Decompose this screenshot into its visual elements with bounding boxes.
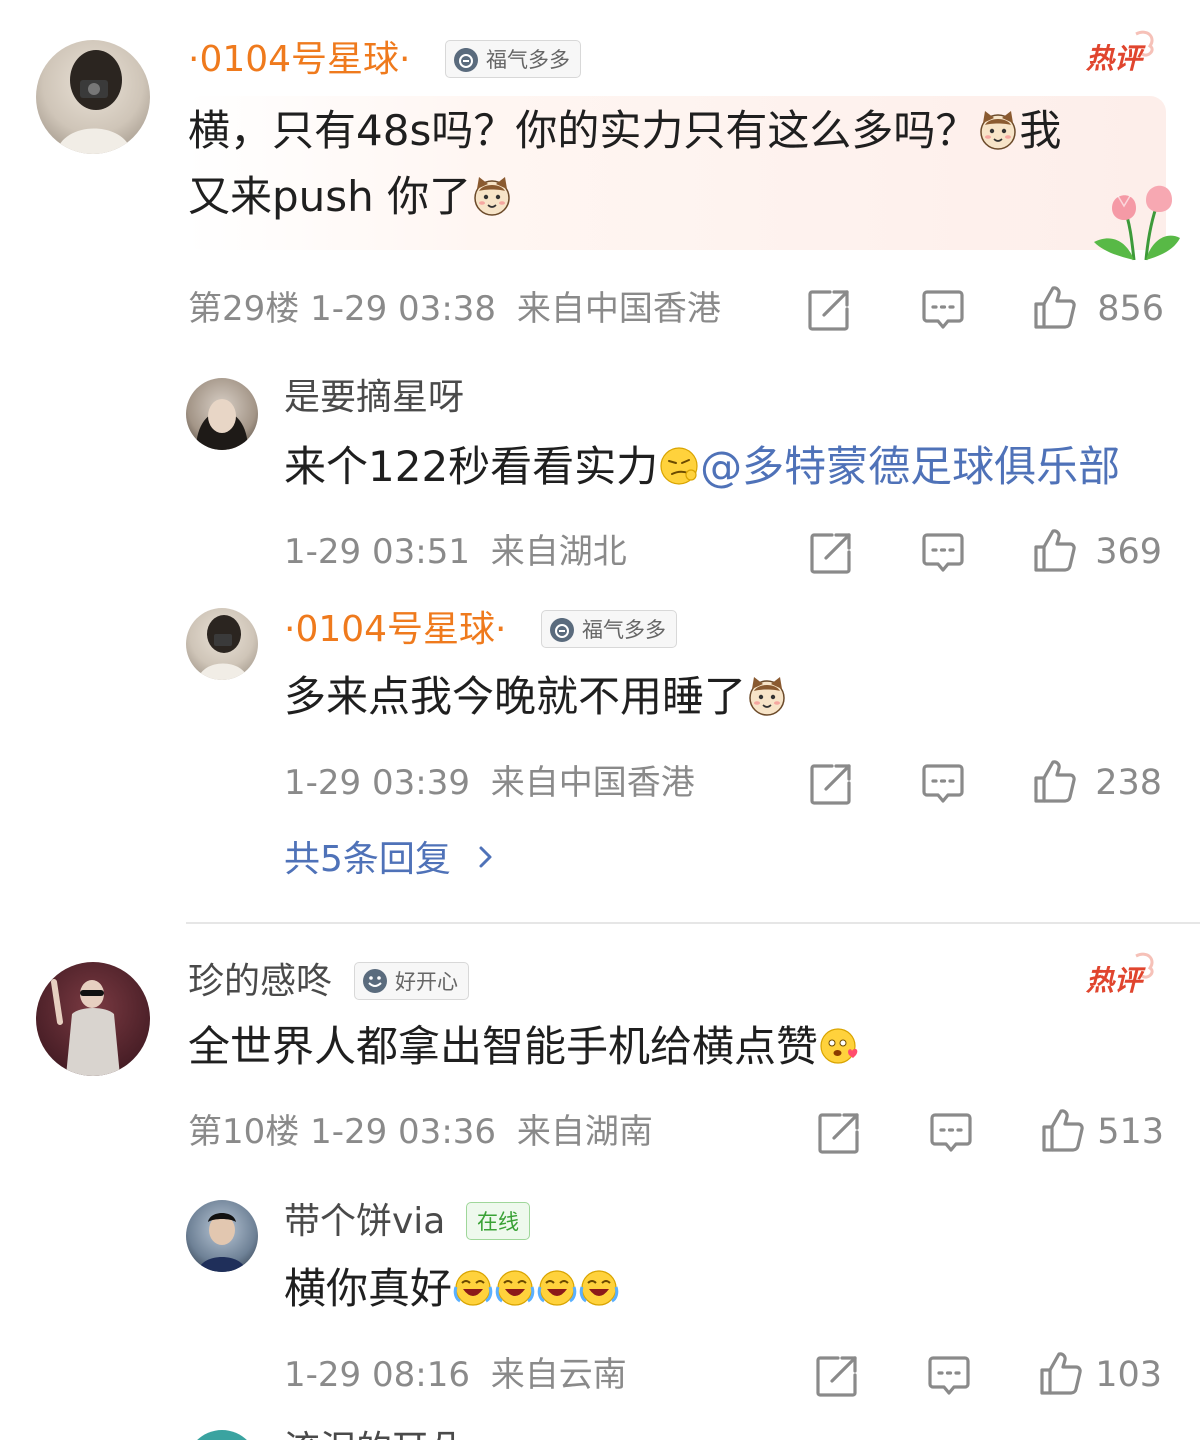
avatar-photo [196, 399, 248, 450]
comment-icon[interactable] [920, 287, 966, 333]
thumbs-up-icon[interactable] [1040, 1107, 1086, 1153]
cat-emoji-icon [746, 675, 788, 717]
badge-label: 福气多多 [486, 48, 570, 72]
username[interactable]: ·0104号星球· [284, 608, 507, 652]
smirk-emoji-icon [658, 445, 700, 487]
location: 来自中国香港 [490, 763, 695, 803]
floor-number: 第29楼 [188, 289, 300, 329]
comment-meta: 第29楼 1-29 03:38 来自中国香港 [188, 287, 721, 331]
more-replies-link[interactable]: 共5条回复 [284, 838, 496, 882]
happy-face-icon [361, 967, 389, 995]
comment-meta: 第10楼 1-29 03:36 来自湖南 [188, 1110, 653, 1154]
comment-text: 横，只有48s吗？你的实力只有这么多吗？我 又来push 你了 [188, 106, 1062, 221]
mention-link[interactable]: @多特蒙德足球俱乐部 [700, 442, 1120, 491]
avatar-photo [56, 50, 132, 154]
username[interactable]: ·0104号星球· [188, 38, 411, 82]
avatar[interactable] [186, 378, 258, 450]
fortune-icon [548, 615, 576, 643]
laugh-cry-emoji-icon [494, 1267, 536, 1309]
hot-comment-icon [1082, 950, 1160, 1002]
floor-number: 第10楼 [188, 1112, 300, 1152]
avatar-photo [51, 979, 120, 1076]
username[interactable]: 流泪的耳朵 [284, 1428, 464, 1440]
avatar[interactable] [186, 1430, 258, 1440]
reply-text: 横你真好 [284, 1256, 620, 1322]
like-count: 238 [1095, 763, 1162, 803]
divider [186, 922, 1200, 924]
share-icon[interactable] [808, 530, 854, 576]
comment-text: 全世界人都拿出智能手机给横点赞 [188, 1014, 860, 1080]
avatar[interactable] [36, 40, 150, 154]
location: 来自湖南 [516, 1112, 653, 1152]
badge-label: 好开心 [395, 970, 458, 994]
timestamp: 1-29 03:38 [310, 289, 497, 329]
location: 来自湖北 [490, 532, 627, 572]
fortune-icon [452, 45, 480, 73]
user-badge: 好开心 [354, 962, 469, 1000]
like-count: 103 [1095, 1355, 1162, 1395]
thumbs-up-icon[interactable] [1038, 1350, 1084, 1396]
thumbs-up-icon[interactable] [1032, 284, 1078, 330]
username[interactable]: 是要摘星呀 [284, 376, 464, 420]
share-icon[interactable] [806, 287, 852, 333]
reply-text: 多来点我今晚就不用睡了 [284, 664, 788, 730]
laugh-cry-emoji-icon [536, 1267, 578, 1309]
online-badge: 在线 [466, 1202, 530, 1240]
reply-meta: 1-29 03:39 来自中国香港 [284, 761, 695, 805]
user-badge: 福气多多 [445, 40, 581, 78]
thumbs-up-icon[interactable] [1032, 527, 1078, 573]
avatar[interactable] [186, 1200, 258, 1272]
avatar[interactable] [186, 608, 258, 680]
like-count: 856 [1097, 289, 1164, 329]
cat-emoji-icon [471, 175, 513, 217]
comment-icon[interactable] [920, 530, 966, 576]
timestamp: 1-29 08:16 [284, 1355, 470, 1395]
user-badge: 福气多多 [541, 610, 677, 648]
username[interactable]: 带个饼via [284, 1200, 445, 1244]
avatar[interactable] [36, 962, 150, 1076]
comment-icon[interactable] [928, 1110, 974, 1156]
comment-icon[interactable] [920, 761, 966, 807]
thumbs-up-icon[interactable] [1032, 758, 1078, 804]
badge-label: 在线 [477, 1210, 519, 1234]
reply-text: 来个122秒看看实力 @多特蒙德足球俱乐部 [284, 442, 1121, 491]
location: 来自云南 [490, 1355, 627, 1395]
avatar-photo [198, 615, 248, 680]
badge-label: 福气多多 [582, 618, 666, 642]
timestamp: 1-29 03:51 [284, 532, 470, 572]
cat-emoji-icon [977, 109, 1019, 151]
hot-comment-icon [1082, 28, 1160, 80]
avatar-photo [198, 1213, 246, 1272]
love-face-emoji-icon [818, 1025, 860, 1067]
laugh-cry-emoji-icon [578, 1267, 620, 1309]
comment-icon[interactable] [926, 1353, 972, 1399]
reply-meta: 1-29 03:51 来自湖北 [284, 530, 627, 574]
username[interactable]: 珍的感咚 [188, 960, 332, 1004]
laugh-cry-emoji-icon [452, 1267, 494, 1309]
share-icon[interactable] [814, 1353, 860, 1399]
like-count: 513 [1097, 1112, 1164, 1152]
share-icon[interactable] [808, 761, 854, 807]
like-count: 369 [1095, 532, 1162, 572]
share-icon[interactable] [816, 1110, 862, 1156]
location: 来自中国香港 [516, 289, 721, 329]
chevron-right-icon [476, 838, 496, 882]
timestamp: 1-29 03:36 [310, 1112, 497, 1152]
reply-meta: 1-29 08:16 来自云南 [284, 1353, 627, 1397]
timestamp: 1-29 03:39 [284, 763, 470, 803]
